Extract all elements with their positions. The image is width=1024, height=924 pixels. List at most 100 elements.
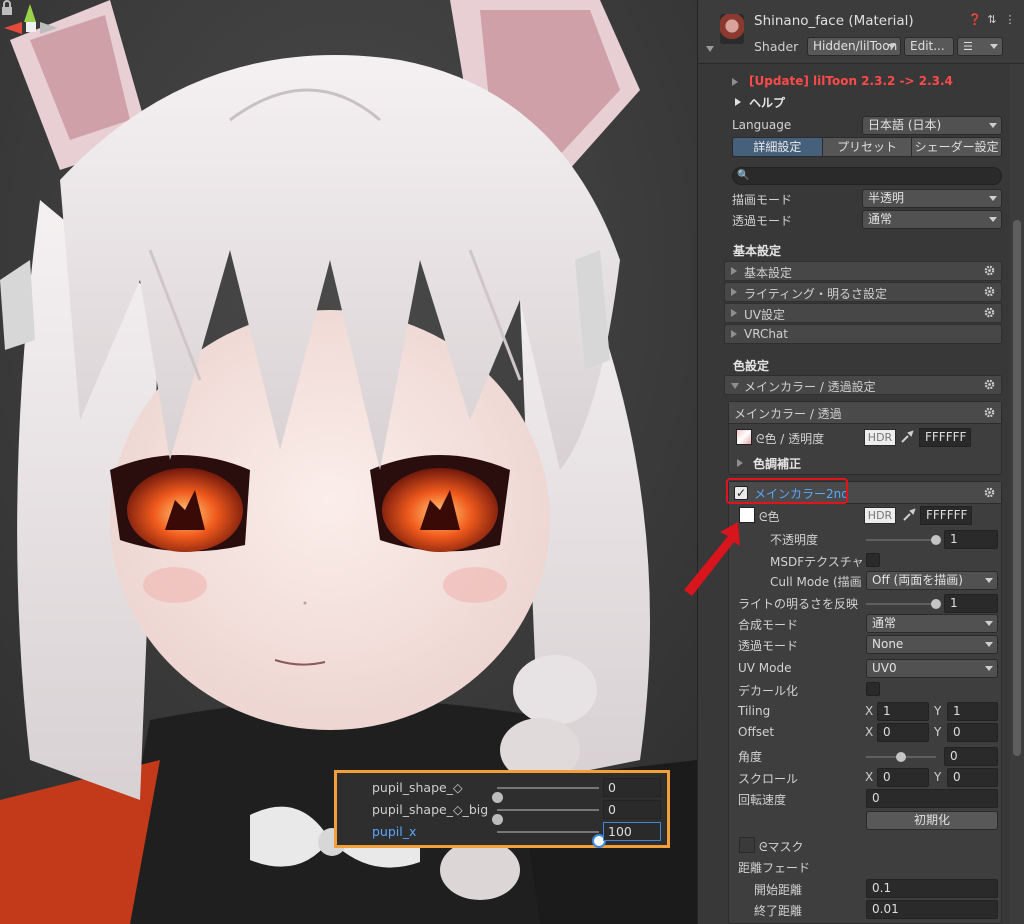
texture-thumbnail[interactable] — [739, 507, 755, 523]
render-mode-dropdown[interactable]: 半透明 — [862, 189, 1002, 208]
reset-button[interactable]: 初期化 — [866, 811, 998, 830]
shader-dropdown[interactable]: Hidden/lilToon — [807, 37, 901, 56]
inspector-panel: Shinano_face (Material) ❓ ⇅ ⋮ Shader Hid… — [697, 0, 1024, 924]
hex-color-field[interactable]: FFFFFF — [919, 428, 971, 447]
fade-end-field[interactable]: 0.01 — [866, 900, 998, 919]
gear-icon[interactable] — [984, 265, 995, 276]
foldout-icon[interactable] — [732, 78, 738, 86]
tone-correction-foldout[interactable]: 色調補正 — [753, 455, 801, 472]
help-foldout[interactable]: ヘルプ — [749, 94, 785, 111]
uv-mode-dropdown[interactable]: UV0 — [866, 659, 998, 678]
section-basic[interactable]: 基本設定 — [724, 261, 1002, 281]
msdf-label: MSDFテクスチャ — [770, 555, 864, 569]
hex-color-field[interactable]: FFFFFF — [920, 506, 972, 525]
blend-shape-value[interactable]: 100 — [603, 822, 661, 841]
shader-menu-button[interactable]: ☰ — [957, 37, 1003, 56]
more-icon[interactable]: ⋮ — [1004, 14, 1016, 26]
offset-label: Offset — [738, 725, 775, 739]
angle-slider[interactable] — [866, 752, 936, 762]
hdr-color-button[interactable]: HDR — [864, 429, 896, 446]
gear-icon[interactable] — [984, 379, 995, 390]
blend-shape-row: pupil_x 100 — [337, 821, 667, 848]
tiling-y-field[interactable]: 1 — [947, 702, 998, 721]
slider-knob[interactable] — [931, 535, 941, 545]
transparency-mode-dropdown[interactable]: 通常 — [862, 210, 1002, 229]
language-dropdown[interactable]: 日本語 (日本) — [862, 116, 1002, 135]
foldout-icon[interactable] — [737, 459, 743, 467]
fade-end-label: 終了距離 — [754, 904, 803, 918]
header-foldout-icon[interactable] — [706, 46, 714, 52]
blend-mode-value: 通常 — [872, 616, 897, 630]
hdr-color-button[interactable]: HDR — [864, 507, 896, 524]
fade-start-field[interactable]: 0.1 — [866, 879, 998, 898]
scrollbar-thumb[interactable] — [1013, 220, 1021, 756]
blend-shape-slider[interactable] — [491, 809, 599, 825]
search-input[interactable]: 🔍 — [732, 167, 1002, 185]
blend-shape-slider[interactable] — [491, 787, 599, 803]
section-uv[interactable]: UV設定 — [724, 303, 1002, 323]
light-brightness-field[interactable]: 1 — [944, 594, 998, 613]
light-brightness-slider[interactable] — [866, 599, 941, 609]
cull-mode-value: Off (両面を描画) — [872, 573, 963, 587]
tab-preset[interactable]: プリセット — [822, 138, 913, 156]
tiling-x-field[interactable]: 1 — [877, 702, 929, 721]
blend-mode-dropdown[interactable]: 通常 — [866, 614, 998, 633]
gear-icon[interactable] — [984, 307, 995, 318]
tab-advanced[interactable]: 詳細設定 — [733, 138, 823, 156]
lock-icon[interactable] — [0, 0, 14, 16]
foldout-icon — [731, 309, 737, 317]
offset-x-field[interactable]: 0 — [877, 723, 929, 742]
opacity-field[interactable]: 1 — [944, 530, 998, 549]
slider-knob[interactable] — [896, 752, 906, 762]
x-axis-label: X — [865, 770, 874, 784]
y-axis-label: Y — [934, 725, 942, 739]
blend-shape-row: pupil_shape_◇ 0 — [337, 777, 667, 803]
chevron-down-icon — [985, 621, 993, 626]
scroll-label: スクロール — [738, 772, 799, 786]
mask-texture-thumbnail[interactable] — [739, 837, 755, 853]
header-icons: ❓ ⇅ ⋮ — [968, 14, 1016, 26]
scroll-y-field[interactable]: 0 — [947, 768, 998, 787]
section-lighting[interactable]: ライティング・明るさ設定 — [724, 282, 1002, 302]
slider-knob[interactable] — [931, 599, 941, 609]
blend-shape-slider[interactable] — [497, 831, 606, 848]
blend-shape-value[interactable]: 0 — [603, 800, 661, 819]
opacity-slider[interactable] — [866, 535, 941, 545]
scene-view[interactable]: pupil_shape_◇ 0 pupil_shape_◇_big 0 pupi… — [0, 0, 697, 924]
preset-icon[interactable]: ⇅ — [986, 14, 998, 26]
rotation-speed-label: 回転速度 — [738, 793, 787, 807]
section-vrchat[interactable]: VRChat — [724, 324, 1002, 344]
section-main-color[interactable]: メインカラー / 透過設定 — [724, 375, 1002, 395]
inspector-scrollbar[interactable] — [1010, 64, 1024, 924]
eyedropper-icon[interactable] — [900, 430, 914, 444]
gear-icon[interactable] — [984, 286, 995, 297]
tab-shader-settings[interactable]: シェーダー設定 — [912, 138, 1001, 156]
gear-icon[interactable] — [984, 407, 995, 418]
msdf-checkbox[interactable] — [866, 553, 880, 567]
search-icon: 🔍 — [737, 170, 750, 181]
foldout-icon[interactable] — [735, 98, 741, 106]
shader-value: Hidden/lilToon — [813, 39, 898, 53]
help-icon[interactable]: ❓ — [968, 14, 982, 26]
uv-mode-value: UV0 — [872, 661, 897, 675]
decal-checkbox[interactable] — [866, 682, 880, 696]
render-mode-value: 半透明 — [868, 191, 905, 205]
color-alpha-label: ᘓ色 / 透明度 — [756, 432, 825, 446]
cull-mode-dropdown[interactable]: Off (両面を描画) — [866, 571, 998, 590]
blend-shape-value[interactable]: 0 — [603, 778, 661, 797]
texture-thumbnail[interactable] — [736, 429, 752, 445]
eyedropper-icon[interactable] — [902, 508, 916, 522]
scroll-x-field[interactable]: 0 — [877, 768, 929, 787]
blend-shape-label: pupil_x — [372, 824, 417, 839]
gear-icon[interactable] — [984, 487, 995, 498]
angle-field[interactable]: 0 — [944, 747, 998, 766]
update-notice[interactable]: [Update] lilToon 2.3.2 -> 2.3.4 — [749, 74, 953, 88]
alpha-mode-dropdown[interactable]: None — [866, 635, 998, 654]
offset-y-field[interactable]: 0 — [947, 723, 998, 742]
edit-shader-button[interactable]: Edit... — [904, 37, 954, 56]
y-axis-label: Y — [934, 770, 942, 784]
render-mode-label: 描画モード — [732, 193, 793, 207]
section-label: UV設定 — [744, 308, 785, 322]
rotation-speed-field[interactable]: 0 — [866, 789, 998, 808]
basic-settings-heading: 基本設定 — [733, 244, 782, 258]
